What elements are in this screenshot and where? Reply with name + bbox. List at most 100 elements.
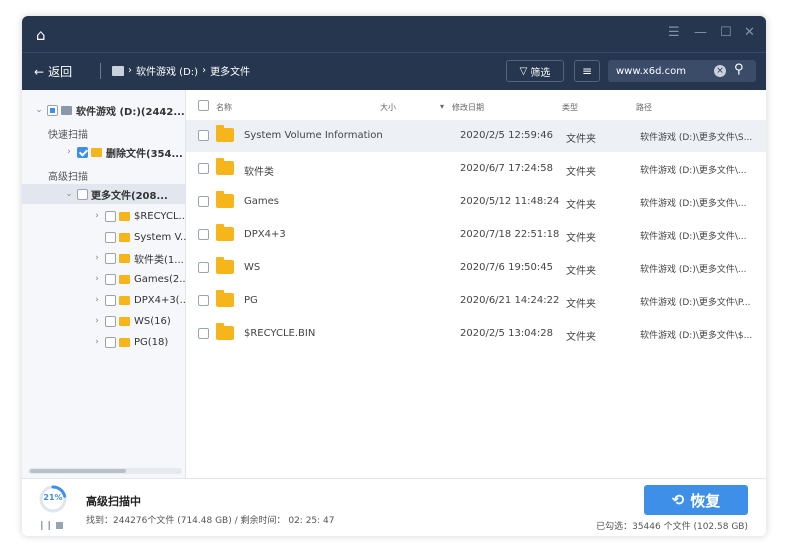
checkbox[interactable] — [47, 104, 58, 116]
file-date: 2020/6/7 17:24:58 — [460, 163, 554, 174]
table-row[interactable]: System Volume Information 2020/2/5 12:59… — [186, 120, 766, 152]
column-header-modified[interactable]: 修改日期 — [452, 102, 484, 113]
chevron-down-icon[interactable]: ⌄ — [64, 189, 74, 199]
file-date: 2020/5/12 11:48:24 — [460, 196, 560, 207]
recover-icon: ⟲ — [671, 491, 685, 509]
folder-icon — [216, 158, 234, 175]
checkbox[interactable] — [105, 273, 116, 285]
column-header-path[interactable]: 路径 — [636, 102, 652, 113]
checkbox[interactable] — [105, 210, 116, 222]
row-checkbox[interactable] — [198, 262, 209, 273]
column-header-type[interactable]: 类型 — [562, 102, 578, 113]
table-row[interactable]: PG 2020/6/21 14:24:22 文件夹 软件游戏 (D:)\更多文件… — [186, 285, 766, 317]
file-path: 软件游戏 (D:)\更多文件\$... — [640, 331, 753, 341]
row-checkbox[interactable] — [198, 130, 209, 141]
table-header: 名称 大小 ▾ 修改日期 类型 路径 — [186, 98, 766, 116]
tree-item-root[interactable]: ⌄ 软件游戏 (D:)(2442... — [22, 100, 186, 120]
tree-item-label: 删除文件(354... — [106, 148, 183, 160]
tree-item-more-files[interactable]: ⌄ 更多文件(208... — [22, 184, 186, 204]
checkbox[interactable] — [105, 315, 116, 327]
table-row[interactable]: $RECYCLE.BIN 2020/2/5 13:04:28 文件夹 软件游戏 … — [186, 318, 766, 350]
tree-item-label: 软件游戏 (D:)(2442... — [76, 106, 185, 118]
chevron-right-icon[interactable]: › — [92, 337, 102, 347]
list-view-button[interactable]: ≡ — [574, 60, 600, 82]
scrollbar-thumb[interactable] — [30, 469, 126, 473]
folder-icon — [91, 147, 102, 157]
tree-item-child[interactable]: › WS(16) — [22, 311, 186, 331]
folder-icon — [216, 224, 234, 241]
tree-item-label: Games(2... — [134, 273, 186, 285]
file-date: 2020/2/5 13:04:28 — [460, 328, 554, 339]
chevron-right-icon[interactable]: › — [92, 253, 102, 263]
row-checkbox[interactable] — [198, 229, 209, 240]
row-checkbox[interactable] — [198, 328, 209, 339]
breadcrumb-item-folder[interactable]: 更多文件 — [210, 63, 250, 78]
tree-item-child[interactable]: System V... — [22, 227, 186, 247]
stop-icon[interactable] — [56, 522, 63, 529]
home-icon[interactable]: ⌂ — [36, 26, 46, 44]
file-date: 2020/2/5 12:59:46 — [460, 130, 554, 141]
table-row[interactable]: Games 2020/5/12 11:48:24 文件夹 软件游戏 (D:)\更… — [186, 186, 766, 218]
search-input[interactable]: www.x6d.com × ⚲ — [608, 60, 756, 82]
scan-found-info: 找到：244276个文件 (714.48 GB) / 剩余时间： 02: 25:… — [86, 516, 335, 526]
drive-icon — [61, 105, 72, 115]
quick-scan-label: 快速扫描 — [48, 130, 88, 141]
checkbox[interactable] — [105, 294, 116, 306]
horizontal-scrollbar[interactable] — [28, 468, 182, 474]
file-type: 文件夹 — [566, 332, 596, 343]
column-header-size[interactable]: 大小 — [380, 102, 396, 113]
file-type: 文件夹 — [566, 299, 596, 310]
close-icon[interactable]: ✕ — [744, 25, 755, 40]
checkbox[interactable] — [77, 188, 88, 200]
table-row[interactable]: WS 2020/7/6 19:50:45 文件夹 软件游戏 (D:)\更多文件\… — [186, 252, 766, 284]
chevron-right-icon[interactable]: › — [92, 274, 102, 284]
minimize-icon[interactable]: — — [694, 25, 707, 40]
tree-item-child[interactable]: › Games(2... — [22, 269, 186, 289]
tree-item-child[interactable]: › 软件类(1... — [22, 248, 186, 268]
file-path: 软件游戏 (D:)\更多文件\... — [640, 265, 747, 275]
checkbox[interactable] — [105, 336, 116, 348]
file-date: 2020/7/6 19:50:45 — [460, 262, 554, 273]
folder-icon — [119, 211, 130, 221]
select-all-checkbox[interactable] — [198, 100, 209, 111]
checkbox[interactable] — [77, 146, 88, 158]
clear-icon[interactable]: × — [714, 65, 726, 77]
breadcrumb-item-drive[interactable]: 软件游戏 (D:) — [136, 63, 198, 78]
chevron-right-icon[interactable]: › — [92, 316, 102, 326]
filter-icon: ▽ — [519, 65, 528, 77]
chevron-right-icon[interactable]: › — [92, 211, 102, 221]
tree-item-deleted[interactable]: › 删除文件(354... — [22, 142, 186, 162]
row-checkbox[interactable] — [198, 196, 209, 207]
column-header-name[interactable]: 名称 — [216, 102, 232, 113]
tree-item-label: DPX4+3(... — [134, 294, 186, 306]
maximize-icon[interactable]: ☐ — [720, 25, 732, 40]
row-checkbox[interactable] — [198, 163, 209, 174]
back-label: 返回 — [48, 65, 73, 79]
pause-icon[interactable]: ❙❙ — [38, 521, 53, 531]
search-value: www.x6d.com — [616, 65, 686, 77]
file-name: WS — [244, 262, 261, 273]
file-name: 软件类 — [244, 167, 274, 178]
file-type: 文件夹 — [566, 167, 596, 178]
chevron-right-icon[interactable]: › — [64, 147, 74, 157]
folder-icon — [119, 253, 130, 263]
search-icon[interactable]: ⚲ — [734, 62, 744, 77]
file-date: 2020/6/21 14:24:22 — [460, 295, 560, 306]
checkbox[interactable] — [105, 231, 116, 243]
chevron-down-icon[interactable]: ⌄ — [34, 105, 44, 115]
menu-icon[interactable]: ☰ — [668, 25, 680, 40]
tree-item-child[interactable]: › $RECYCL... — [22, 206, 186, 226]
file-type: 文件夹 — [566, 134, 596, 145]
recover-label: 恢复 — [690, 491, 721, 510]
checkbox[interactable] — [105, 252, 116, 264]
table-row[interactable]: DPX4+3 2020/7/18 22:51:18 文件夹 软件游戏 (D:)\… — [186, 219, 766, 251]
table-row[interactable]: 软件类 2020/6/7 17:24:58 文件夹 软件游戏 (D:)\更多文件… — [186, 153, 766, 185]
row-checkbox[interactable] — [198, 295, 209, 306]
tree-item-child[interactable]: › PG(18) — [22, 332, 186, 352]
folder-icon — [216, 191, 234, 208]
back-button[interactable]: ← 返回 — [34, 63, 72, 80]
chevron-right-icon[interactable]: › — [92, 295, 102, 305]
filter-button[interactable]: ▽ 筛选 — [506, 60, 564, 82]
recover-button[interactable]: ⟲ 恢复 — [644, 485, 748, 515]
tree-item-child[interactable]: › DPX4+3(... — [22, 290, 186, 310]
